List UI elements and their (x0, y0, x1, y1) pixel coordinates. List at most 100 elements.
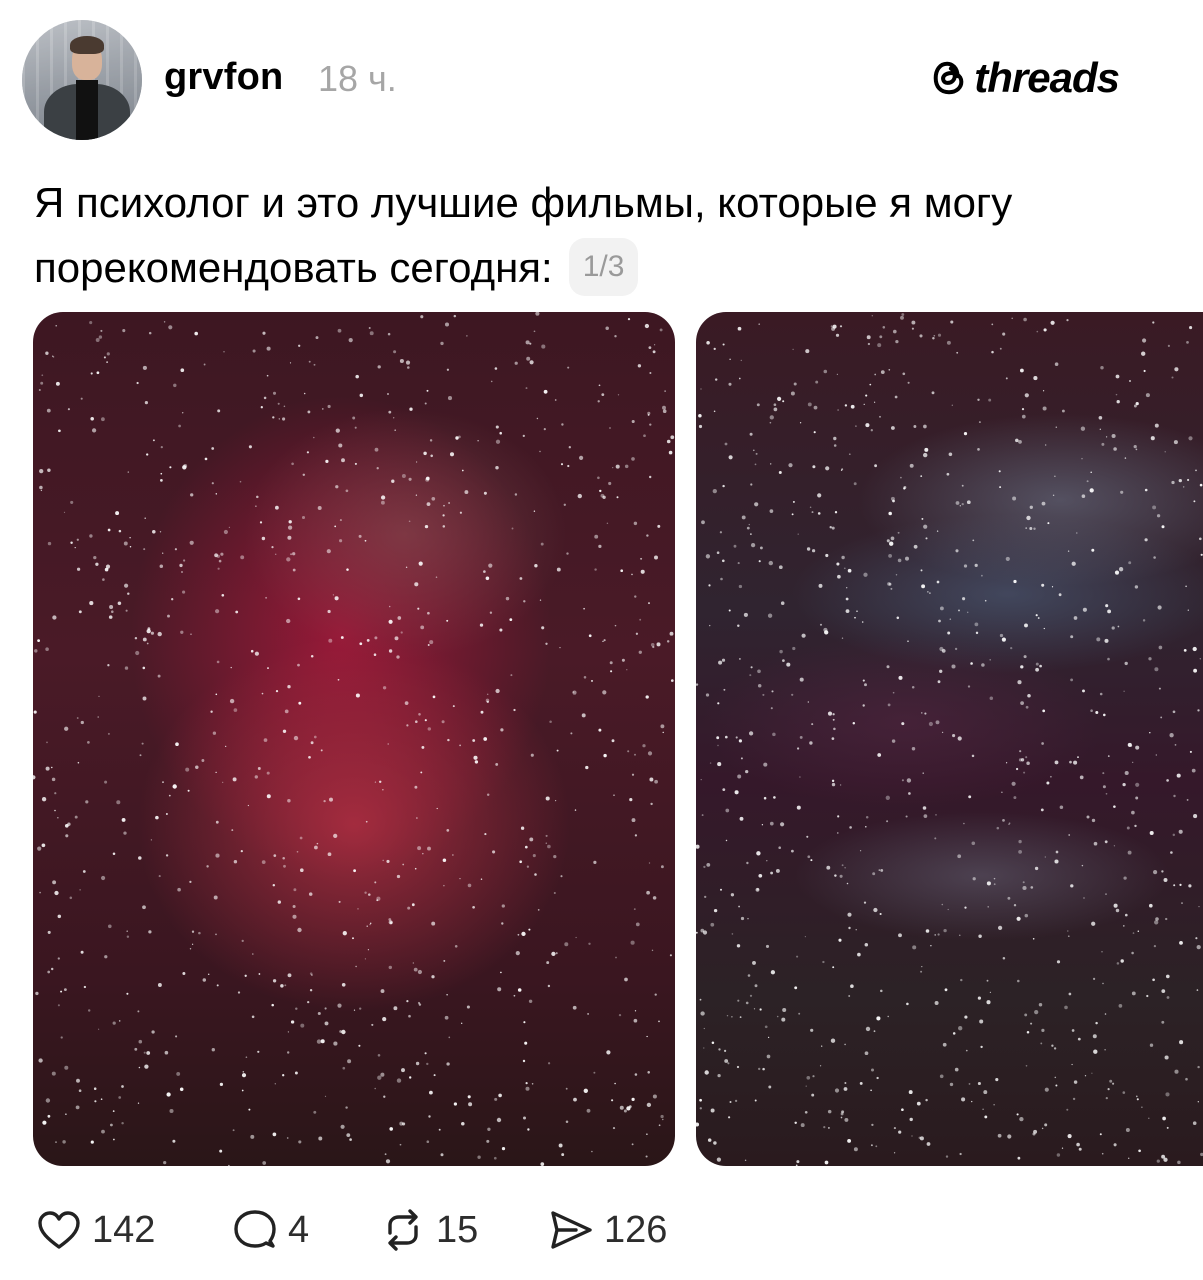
star (495, 762, 499, 766)
star (411, 903, 415, 907)
star (859, 1081, 863, 1085)
star (388, 649, 393, 653)
star (720, 577, 723, 581)
star (517, 933, 520, 936)
star (387, 332, 391, 336)
star (967, 685, 971, 688)
star (1022, 881, 1025, 884)
star (705, 554, 711, 559)
avatar[interactable] (22, 20, 142, 140)
star (714, 378, 718, 381)
star (175, 742, 179, 747)
star (109, 604, 114, 610)
username[interactable]: grvfon (164, 56, 283, 99)
star (1107, 755, 1110, 757)
star (489, 611, 493, 614)
star (1107, 657, 1110, 661)
star (215, 609, 220, 614)
star (415, 1061, 420, 1066)
star (263, 738, 268, 742)
star (740, 757, 743, 760)
star (298, 701, 302, 705)
post-image-2[interactable] (696, 312, 1203, 1166)
star (591, 679, 593, 682)
star (898, 675, 903, 680)
star (1102, 785, 1106, 789)
star (911, 747, 916, 751)
star (252, 349, 256, 353)
star (142, 905, 146, 910)
star (968, 795, 972, 799)
star (764, 1025, 768, 1029)
star (1013, 579, 1017, 584)
star (754, 1099, 757, 1102)
star (711, 1041, 715, 1045)
post-time: 18 ч. (318, 58, 397, 99)
star (896, 616, 900, 620)
star (758, 873, 763, 878)
star (424, 524, 429, 529)
star (52, 356, 55, 358)
star (499, 431, 502, 435)
star (768, 1085, 772, 1089)
star (1142, 338, 1147, 343)
star (337, 678, 340, 681)
star (849, 826, 852, 829)
star (324, 1007, 327, 1010)
star (934, 837, 937, 840)
star (424, 1052, 427, 1055)
star (652, 645, 655, 649)
comment-button[interactable]: 4 (230, 1205, 378, 1255)
star (729, 1101, 732, 1103)
star (1104, 1049, 1106, 1051)
star (436, 807, 438, 810)
star (909, 463, 914, 468)
star (806, 547, 811, 551)
star (443, 504, 445, 507)
star (908, 1090, 913, 1095)
star (1025, 756, 1028, 759)
star (492, 850, 496, 854)
star (60, 1036, 63, 1039)
star (737, 624, 740, 627)
repost-button[interactable]: 15 (378, 1205, 546, 1255)
star (429, 439, 433, 442)
star (536, 417, 539, 420)
star (369, 923, 371, 926)
star (819, 623, 823, 626)
star (104, 780, 108, 784)
star (446, 619, 449, 622)
star (232, 777, 237, 782)
star (909, 1117, 913, 1122)
star (587, 1012, 590, 1015)
share-button[interactable]: 126 (546, 1205, 706, 1255)
star (1152, 505, 1157, 510)
star (334, 525, 337, 528)
star (47, 468, 51, 472)
star (1020, 368, 1024, 373)
star (1124, 770, 1129, 776)
star (1024, 1013, 1028, 1017)
star (524, 845, 528, 849)
like-button[interactable]: 142 (34, 1205, 230, 1255)
star (1092, 1034, 1097, 1039)
star (898, 1130, 902, 1134)
star (1013, 904, 1017, 907)
post-image-1[interactable] (33, 312, 675, 1166)
star (722, 484, 725, 488)
star (257, 1050, 260, 1053)
star (609, 427, 611, 429)
star (39, 485, 43, 490)
star (341, 458, 345, 463)
star (501, 922, 504, 925)
star (328, 638, 333, 643)
star (710, 1108, 715, 1113)
star (108, 615, 113, 619)
star (631, 419, 635, 424)
star (921, 517, 924, 520)
star (245, 1056, 248, 1058)
star (415, 461, 418, 463)
star (700, 1011, 705, 1016)
star (657, 524, 661, 528)
star (327, 404, 331, 409)
